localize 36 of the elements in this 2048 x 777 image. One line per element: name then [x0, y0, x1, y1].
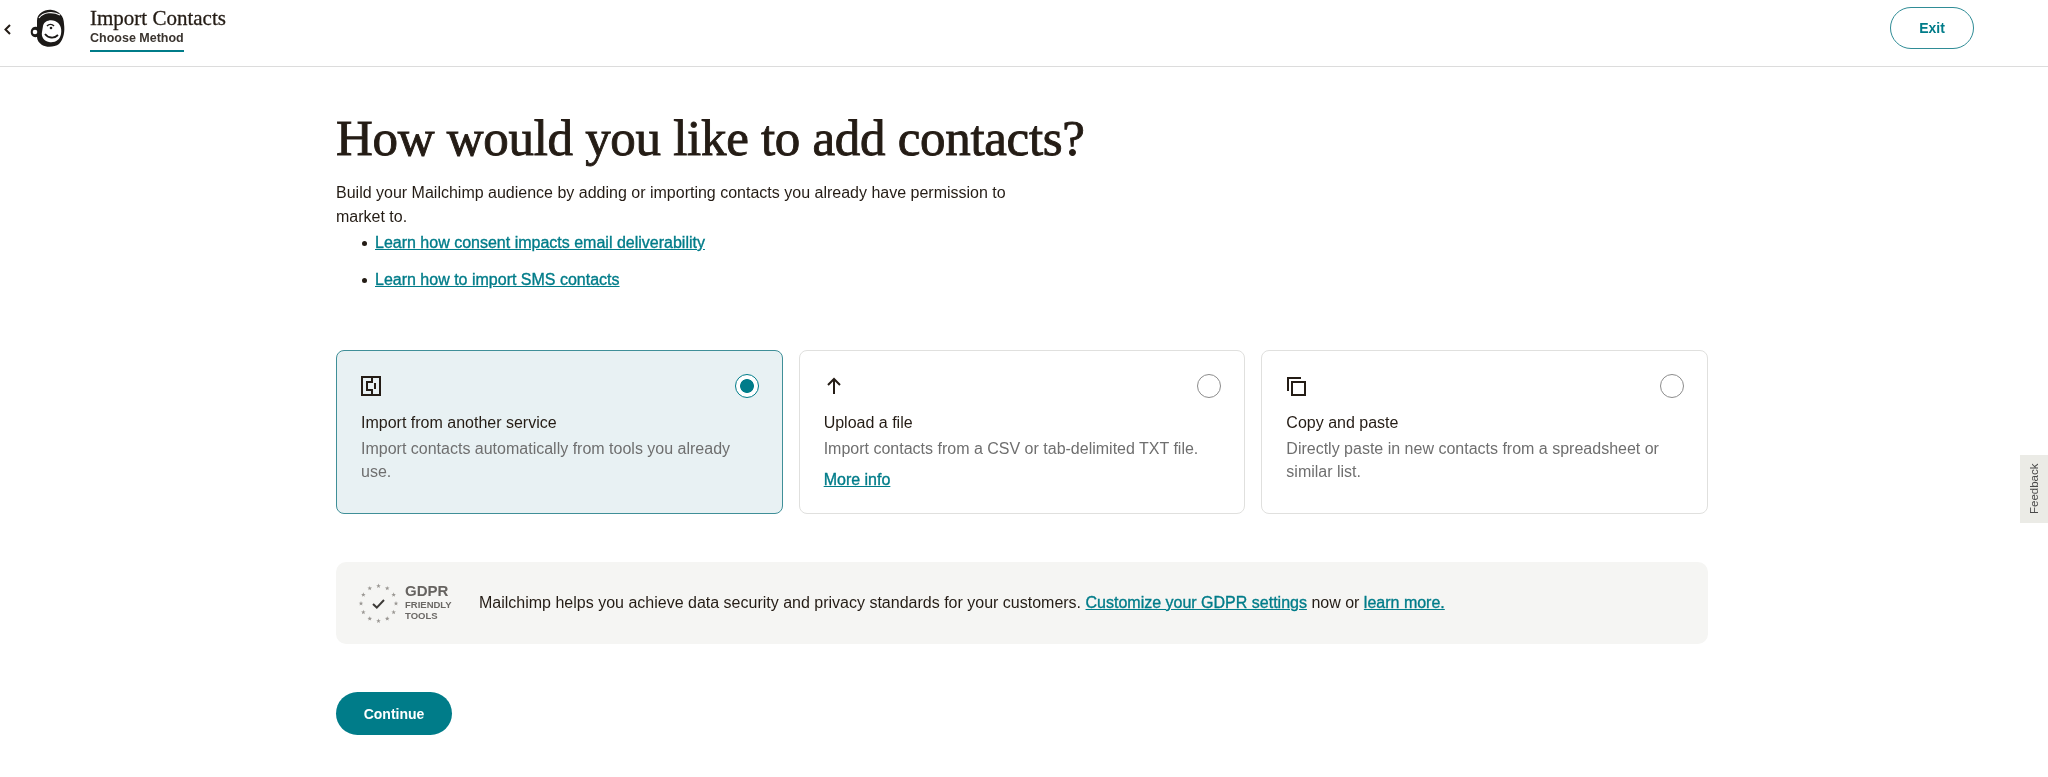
- feedback-tab[interactable]: Feedback: [2020, 455, 2048, 523]
- monkey-logo-icon: [29, 9, 66, 48]
- badge-caption: TOOLS: [405, 610, 438, 622]
- badge-title: GDPR: [405, 582, 449, 599]
- more-info-link[interactable]: More info: [823, 468, 891, 492]
- exit-button[interactable]: Exit: [1890, 7, 1974, 49]
- continue-button[interactable]: Continue: [336, 692, 452, 735]
- option-title: Copy and paste: [1286, 413, 1400, 433]
- copy-icon: [1286, 376, 1307, 396]
- option-card[interactable]: Import from another service Import contacts automatically from tools you already use.: [336, 350, 783, 514]
- radio-button[interactable]: [734, 374, 759, 398]
- option-title: Upload a file: [823, 413, 914, 433]
- page-heading: How would you like to add contacts?: [336, 109, 1085, 168]
- step-label: Choose Method: [90, 31, 184, 52]
- option-title: Import from another service: [361, 413, 558, 433]
- radio-button[interactable]: [1197, 374, 1222, 398]
- option-card[interactable]: Copy and paste Directly paste in new contacts from a spreadsheet or similar list.: [1261, 350, 1708, 514]
- badge-caption: FRIENDLY: [405, 598, 452, 610]
- help-link[interactable]: Learn how consent impacts email deliverability: [375, 231, 705, 255]
- gdpr-message: Mailchimp helps you achieve data security and privacy standards for your customers. Customize your GDPR settings now or learn more.: [479, 593, 1445, 613]
- learn-more-link[interactable]: learn more.: [1363, 594, 1445, 611]
- option-description: Directly paste in new contacts from a spreadsheet or similar list.: [1286, 439, 1660, 482]
- bracket-square-icon: [361, 376, 381, 396]
- gdpr-settings-link[interactable]: Customize your GDPR settings: [1085, 594, 1307, 611]
- chevron-left-icon: [3, 23, 11, 35]
- page-title: Import Contacts: [90, 6, 226, 30]
- radio-button[interactable]: [1660, 374, 1684, 398]
- star-ring-check-icon: [358, 582, 399, 624]
- bullet-icon: [362, 240, 367, 246]
- option-description: Import contacts automatically from tools you already use.: [361, 439, 732, 482]
- back-button[interactable]: [3, 23, 11, 35]
- option-card[interactable]: Upload a file Import contacts from a CSV or tab-delimited TXT file. More info: [798, 350, 1246, 514]
- help-link[interactable]: Learn how to import SMS contacts: [375, 268, 620, 292]
- option-description: Import contacts from a CSV or tab-delimited TXT file.: [823, 439, 1200, 459]
- bullet-icon: [362, 277, 367, 283]
- intro-text: Build your Mailchimp audience by adding or importing contacts you already have permission to market to.: [336, 183, 1007, 227]
